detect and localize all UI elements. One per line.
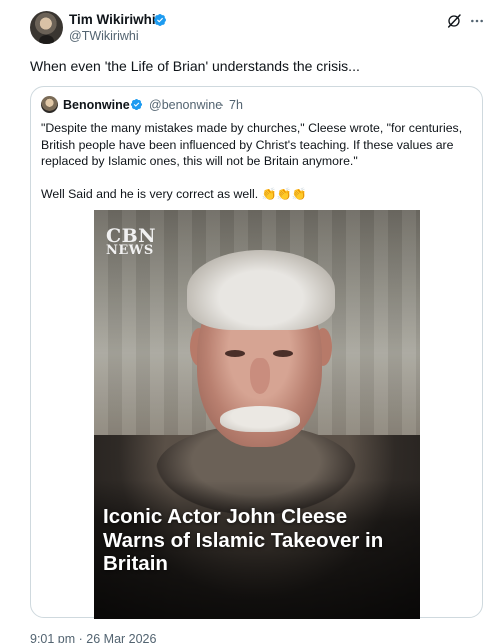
quoted-text-line: Well Said and he is very correct as well… <box>41 186 477 203</box>
verified-badge-icon <box>154 14 166 26</box>
clapping-hands-icon: 👏 <box>276 186 292 201</box>
quoted-text: "Despite the many mistakes made by churc… <box>41 120 477 202</box>
logo-line: CBN <box>106 225 157 247</box>
quoted-media-image[interactable]: CBN NEWS Iconic Actor John Cleese Warns … <box>94 210 420 619</box>
tweet: Tim Wikiriwhi @TWikiriwhi When even 'the… <box>0 0 494 643</box>
image-nose <box>250 358 270 394</box>
quoted-text-line: "Despite the many mistakes made by churc… <box>41 121 463 135</box>
image-mustache <box>220 406 300 432</box>
verified-badge-icon <box>130 98 143 111</box>
headline-line: Iconic Actor John Cleese <box>103 505 348 528</box>
author-name[interactable]: Tim Wikiriwhi <box>69 12 156 27</box>
logo-line: NEWS <box>106 243 154 258</box>
quoted-time[interactable]: 7h <box>229 98 243 112</box>
headline-line: Britain <box>103 552 168 575</box>
author-avatar[interactable] <box>30 11 63 44</box>
quoted-text-line: replaced by Islamic ones, this will not … <box>41 154 358 168</box>
quoted-author-name[interactable]: Benonwine <box>63 98 130 112</box>
image-headline: Iconic Actor John Cleese Warns of Islami… <box>103 505 413 576</box>
image-eye <box>273 350 293 357</box>
quoted-author-avatar[interactable] <box>41 96 58 113</box>
quoted-comment: Well Said and he is very correct as well… <box>41 186 259 201</box>
clapping-hands-icon: 👏 <box>291 186 307 201</box>
grok-icon[interactable] <box>446 13 462 29</box>
separator-dot: · <box>220 98 225 112</box>
image-eye <box>225 350 245 357</box>
tweet-timestamp[interactable]: 9:01 pm · 26 Mar 2026 <box>30 632 156 643</box>
tweet-text: When even 'the Life of Brian' understand… <box>30 58 360 74</box>
headline-line: Warns of Islamic Takeover in <box>103 528 384 552</box>
quoted-tweet[interactable]: Benonwine @benonwine · 7h "Despite the m… <box>30 86 483 619</box>
more-options-icon[interactable] <box>469 13 485 29</box>
quoted-text-line: British people have been influenced by C… <box>41 137 454 152</box>
cbn-news-logo: CBN NEWS <box>106 225 157 258</box>
quoted-author-handle[interactable]: @benonwine <box>149 98 222 112</box>
clapping-hands-icon: 👏 <box>261 186 277 201</box>
image-hair <box>187 250 335 330</box>
author-handle[interactable]: @TWikiriwhi <box>69 29 139 43</box>
